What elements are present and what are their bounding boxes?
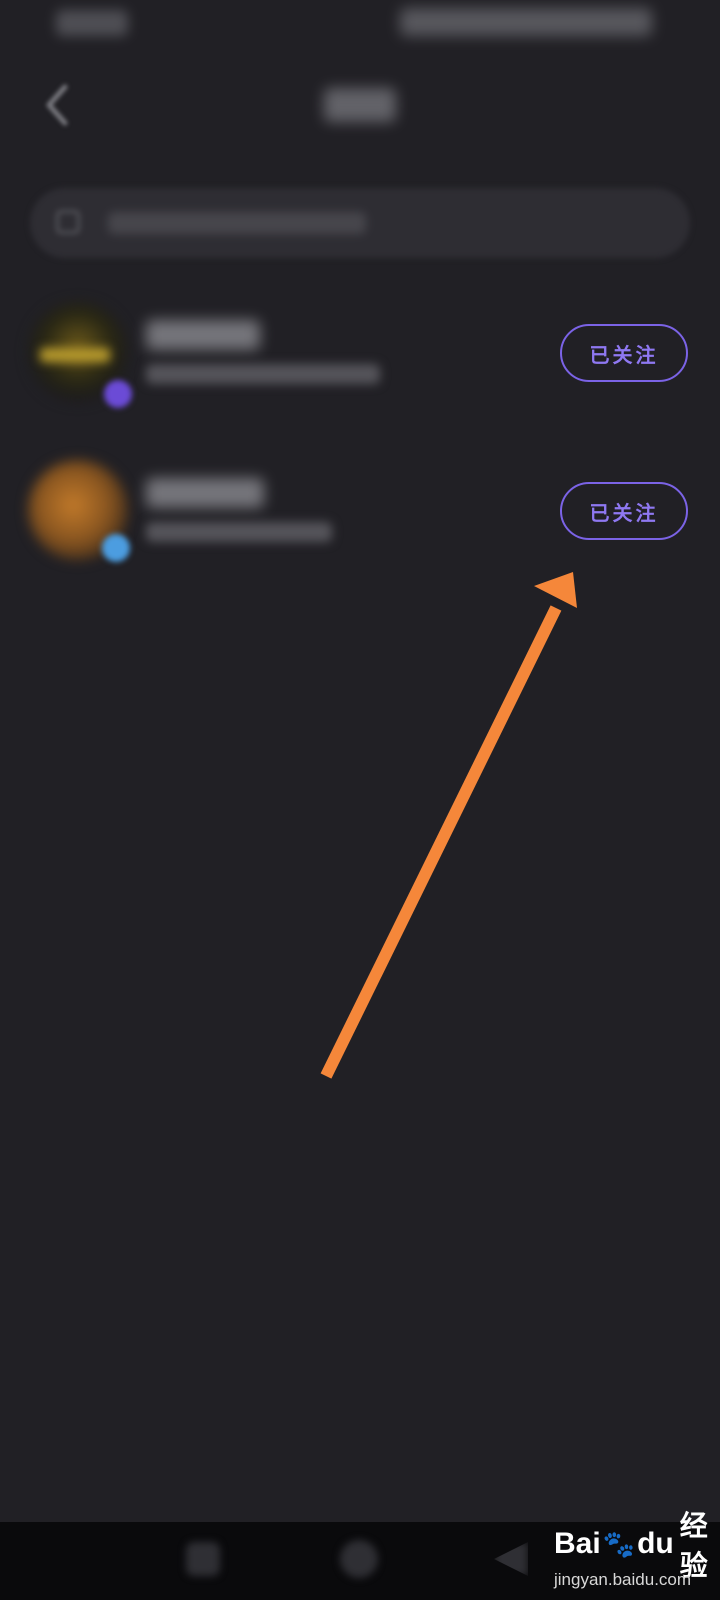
header: [0, 70, 720, 140]
list-item[interactable]: 已关注: [0, 440, 720, 580]
verified-badge-icon: [104, 380, 132, 408]
watermark-logo-left: Bai: [554, 1527, 601, 1560]
paw-icon: 🐾: [602, 1528, 636, 1559]
search-input[interactable]: [30, 188, 690, 258]
status-bar: [0, 0, 720, 50]
recent-apps-button[interactable]: [186, 1542, 220, 1576]
page-title-blurred: [324, 88, 396, 122]
back-nav-button[interactable]: [494, 1542, 528, 1576]
baidu-jingyan-watermark: Bai 🐾 du 经验 jingyan.baidu.com: [550, 1510, 720, 1600]
home-button[interactable]: [340, 1540, 378, 1578]
list-item[interactable]: 已关注: [0, 282, 720, 422]
search-icon: [56, 210, 80, 234]
user-description-blurred: [146, 364, 380, 384]
watermark-url: jingyan.baidu.com: [554, 1570, 692, 1589]
user-description-blurred: [146, 522, 332, 542]
verified-badge-icon: [102, 534, 130, 562]
following-list-screen: 已关注 已关注 Bai 🐾 du 经验 jingyan.baidu.com: [0, 0, 720, 1600]
username-blurred: [146, 320, 260, 350]
search-placeholder-blurred: [108, 212, 366, 234]
username-blurred: [146, 478, 264, 508]
watermark-logo: Bai 🐾 du 经验: [554, 1510, 720, 1581]
following-button[interactable]: 已关注: [560, 482, 688, 540]
status-icons-blurred: [400, 8, 652, 36]
following-button[interactable]: 已关注: [560, 324, 688, 382]
status-time-blurred: [56, 10, 128, 36]
watermark-logo-right: du: [637, 1527, 674, 1560]
avatar-logo-text-blurred: [40, 348, 110, 362]
chevron-left-icon: [46, 84, 68, 126]
back-button[interactable]: [30, 80, 86, 130]
